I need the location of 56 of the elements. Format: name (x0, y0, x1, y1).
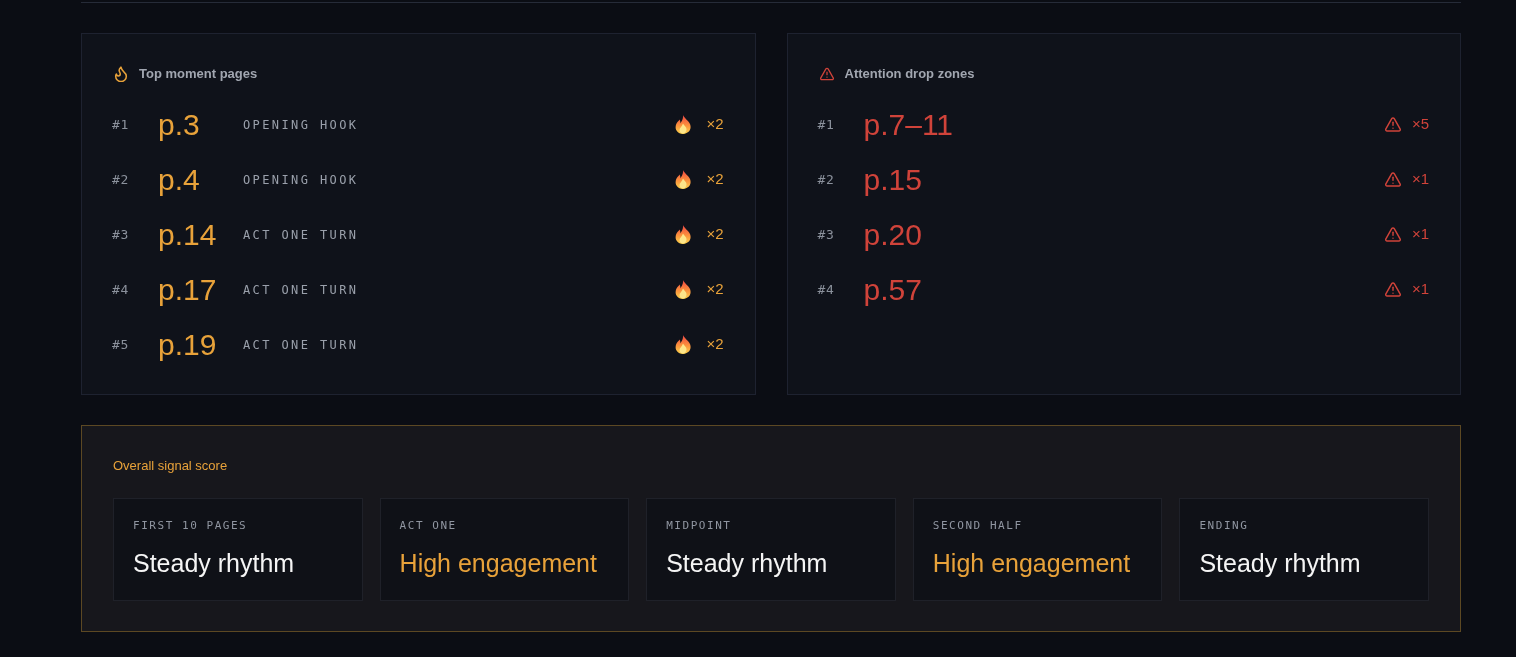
page-number: p.19 (158, 326, 218, 363)
tile-label: ENDING (1199, 519, 1250, 533)
rank-label: #2 (817, 170, 836, 189)
flame-icon (675, 225, 692, 244)
warning-icon (819, 66, 834, 82)
warning-icon (1384, 227, 1401, 242)
count-label: ×5 (1411, 114, 1429, 135)
count-label: ×2 (706, 224, 724, 245)
count-label: ×2 (706, 279, 724, 300)
section-tag: ACT ONE TURN (243, 335, 676, 354)
count-label: ×1 (1411, 169, 1429, 190)
page-number: p.4 (158, 161, 201, 198)
tile-label: FIRST 10 PAGES (133, 519, 249, 533)
section-tag: ACT ONE TURN (243, 225, 676, 244)
warning-icon (1384, 172, 1401, 187)
score-value: Steady rhythm (1199, 548, 1362, 578)
flame-icon (675, 335, 692, 354)
score-value: High engagement (932, 548, 1132, 578)
rank-label: #3 (817, 225, 836, 244)
rank-label: #5 (112, 335, 130, 354)
card-title: Top moment pages (139, 66, 258, 82)
tile-label: MIDPOINT (666, 519, 733, 533)
section-tag: OPENING HOOK (243, 115, 676, 134)
warning-icon (1384, 117, 1401, 132)
page-number: p.57 (863, 271, 923, 308)
page-number: p.7–11 (863, 106, 955, 143)
score-value: Steady rhythm (666, 548, 829, 578)
rank-label: #4 (112, 280, 130, 299)
card-title: Overall signal score (113, 458, 228, 473)
card-title: Attention drop zones (844, 66, 975, 82)
section-tag: ACT ONE TURN (243, 280, 676, 299)
section-tag: OPENING HOOK (243, 170, 676, 189)
page-number: p.20 (863, 216, 923, 253)
flame-icon (675, 280, 692, 299)
page-number: p.15 (863, 161, 923, 198)
page-number: p.14 (158, 216, 218, 253)
count-label: ×2 (706, 114, 724, 135)
score-value: Steady rhythm (133, 548, 296, 578)
tile-label: ACT ONE (399, 519, 458, 533)
page-number: p.3 (158, 106, 201, 143)
flame-icon (675, 170, 692, 189)
flame-icon (675, 115, 692, 134)
rank-label: #4 (817, 280, 836, 299)
score-value: High engagement (399, 548, 598, 578)
rank-label: #3 (112, 225, 130, 244)
count-label: ×2 (706, 169, 724, 190)
page-number: p.17 (158, 271, 218, 308)
rank-label: #2 (112, 170, 130, 189)
count-label: ×1 (1411, 224, 1429, 245)
tile-label: SECOND HALF (932, 519, 1024, 533)
warning-icon (1384, 282, 1401, 297)
flame-icon (114, 66, 128, 82)
rank-label: #1 (112, 115, 130, 134)
count-label: ×2 (706, 334, 724, 355)
count-label: ×1 (1411, 279, 1429, 300)
rank-label: #1 (817, 115, 836, 134)
